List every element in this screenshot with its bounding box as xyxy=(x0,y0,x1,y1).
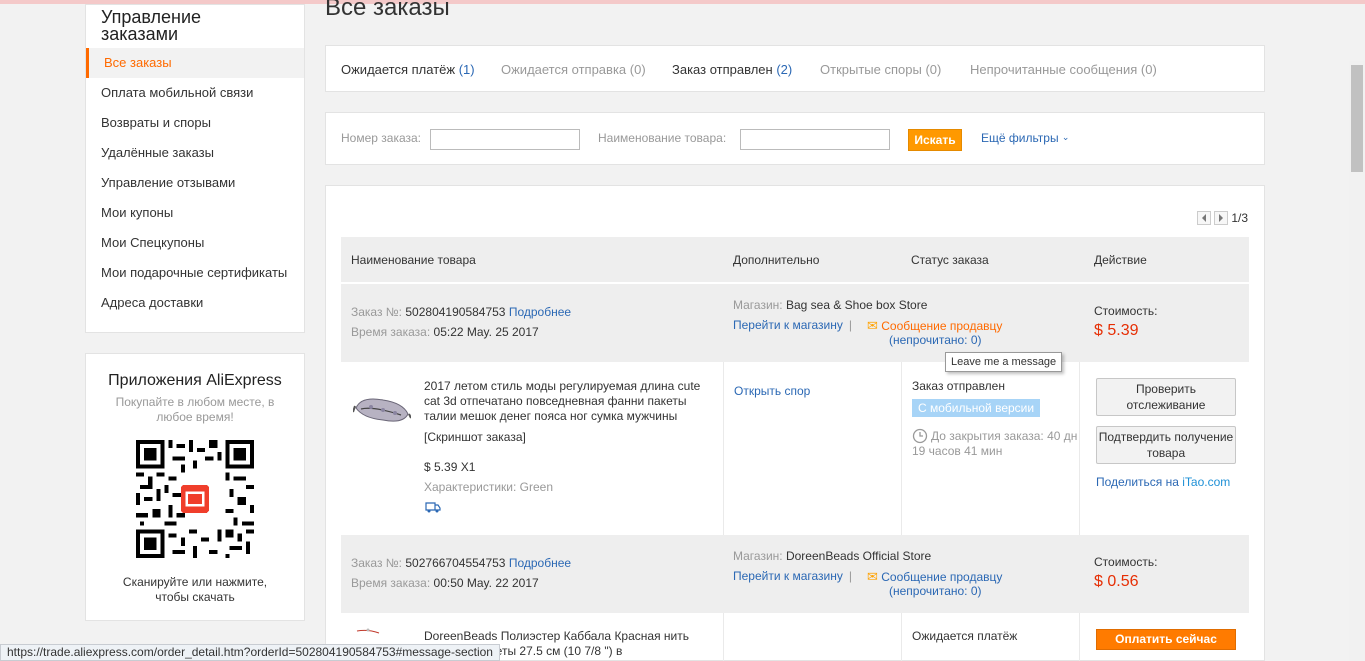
search-button[interactable]: Искать xyxy=(908,129,962,151)
price-quantity: $ 5.39 X1 xyxy=(424,460,476,474)
tab-awaiting-payment[interactable]: Ожидается платёж (1) xyxy=(341,62,475,77)
order-time: Время заказа: 05:22 May. 25 2017 xyxy=(351,325,539,339)
app-promo-title: Приложения AliExpress xyxy=(108,372,282,389)
app-promo-scan-text: Сканируйте или нажмите, чтобы скачать xyxy=(122,575,268,604)
open-dispute-link[interactable]: Открыть спор xyxy=(734,384,810,398)
pay-now-button[interactable]: Оплатить сейчас xyxy=(1096,629,1236,650)
product-thumbnail[interactable] xyxy=(353,388,411,430)
prev-page-icon[interactable] xyxy=(1197,211,1212,225)
confirm-receipt-button[interactable]: Подтвердить получение товара xyxy=(1096,426,1236,464)
message-tooltip: Leave me a message xyxy=(945,352,1063,372)
order-time: Время заказа: 00:50 May. 22 2017 xyxy=(351,576,539,590)
order-number-label: Номер заказа: xyxy=(341,131,422,145)
go-to-store-link[interactable]: Перейти к магазину xyxy=(733,318,843,332)
product-name-label: Наименование товара: xyxy=(598,131,727,145)
order-number: Заказ №: 502804190584753 Подробнее xyxy=(351,305,572,319)
sidebar-item-deleted-orders[interactable]: Удалённые заказы xyxy=(86,138,304,168)
page-title: Все заказы xyxy=(325,0,450,21)
sidebar-item-coupons[interactable]: Мои купоны xyxy=(86,198,304,228)
order-header: Заказ №: 502766704554753 Подробнее Время… xyxy=(341,535,1249,613)
chevron-down-icon: ⌄ xyxy=(1061,132,1070,142)
col-extra: Дополнительно xyxy=(733,253,820,267)
order-status: Заказ отправлен xyxy=(912,379,1005,393)
message-seller-link[interactable]: ✉ Сообщение продавцу xyxy=(867,569,1002,585)
order-close-timer: До закрытия заказа: 40 дн 19 часов 41 ми… xyxy=(912,429,1078,458)
sidebar-item-all-orders[interactable]: Все заказы xyxy=(86,48,304,78)
column-divider xyxy=(901,613,902,661)
scrollbar-thumb[interactable] xyxy=(1351,65,1363,172)
unread-count[interactable]: (непрочитано: 0) xyxy=(889,333,982,347)
order-details-link[interactable]: Подробнее xyxy=(509,305,571,319)
app-promo: Приложения AliExpress Покупайте в любом … xyxy=(85,353,305,621)
tab-unread-messages[interactable]: Непрочитанные сообщения (0) xyxy=(970,62,1157,77)
cost-label: Стоимость: xyxy=(1094,555,1158,569)
sidebar-item-returns[interactable]: Возвраты и споры xyxy=(86,108,304,138)
page-scrollbar[interactable] xyxy=(1349,61,1365,661)
tab-open-disputes[interactable]: Открытые споры (0) xyxy=(820,62,941,77)
envelope-icon: ✉ xyxy=(867,318,878,333)
table-header: Наименование товара Дополнительно Статус… xyxy=(341,237,1249,282)
orders-list: 1/3 Наименование товара Дополнительно Ст… xyxy=(325,185,1265,661)
sidebar-item-gift-cards[interactable]: Мои подарочные сертификаты xyxy=(86,258,304,288)
order-item-row: 2017 летом стиль моды регулируемая длина… xyxy=(341,362,1249,535)
order-snapshot-link[interactable]: [Скриншот заказа] xyxy=(424,430,526,444)
cost-label: Стоимость: xyxy=(1094,304,1158,318)
store-links: Перейти к магазину | xyxy=(733,318,852,332)
sidebar-item-addresses[interactable]: Адреса доставки xyxy=(86,288,304,318)
store-links: Перейти к магазину | xyxy=(733,569,852,583)
order-cost: $ 5.39 xyxy=(1094,322,1139,339)
more-filters-link[interactable]: Ещё фильтры ⌄ xyxy=(981,131,1069,145)
store-name: Магазин: DoreenBeads Official Store xyxy=(733,549,932,563)
envelope-icon: ✉ xyxy=(867,569,878,584)
pager: 1/3 xyxy=(1197,211,1248,225)
go-to-store-link[interactable]: Перейти к магазину xyxy=(733,569,843,583)
browser-status-url: https://trade.aliexpress.com/order_detai… xyxy=(0,644,500,661)
column-divider xyxy=(1079,613,1080,661)
column-divider xyxy=(723,362,724,535)
mobile-version-badge: С мобильной версии xyxy=(912,399,1041,417)
order-details-link[interactable]: Подробнее xyxy=(509,556,571,570)
track-order-button[interactable]: Проверить отслеживание xyxy=(1096,378,1236,416)
unread-count[interactable]: (непрочитано: 0) xyxy=(889,584,982,598)
filter-bar: Номер заказа: Наименование товара: Искат… xyxy=(325,112,1265,165)
sidebar-item-reviews[interactable]: Управление отзывами xyxy=(86,168,304,198)
order-number: Заказ №: 502766704554753 Подробнее xyxy=(351,556,572,570)
app-promo-subtitle: Покупайте в любом месте, в любое время! xyxy=(115,395,275,424)
order-status: Ожидается платёж xyxy=(912,629,1018,643)
order-header: Заказ №: 502804190584753 Подробнее Время… xyxy=(341,284,1249,362)
message-seller-link[interactable]: ✉ Сообщение продавцу xyxy=(867,318,1002,334)
product-attributes: Характеристики: Green xyxy=(424,480,553,494)
page-indicator: 1/3 xyxy=(1231,211,1248,225)
qr-code-icon[interactable] xyxy=(136,440,254,558)
sidebar-item-special-coupons[interactable]: Мои Спецкупоны xyxy=(86,228,304,258)
sidebar-title: Управление заказами xyxy=(101,7,202,44)
col-status: Статус заказа xyxy=(911,253,989,267)
order-number-input[interactable] xyxy=(430,129,580,150)
column-divider xyxy=(901,362,902,535)
order-cost: $ 0.56 xyxy=(1094,573,1139,590)
sidebar: Управление заказами Все заказы Оплата мо… xyxy=(85,4,305,333)
order-tabs: Ожидается платёж (1) Ожидается отправка … xyxy=(325,45,1265,92)
share-link[interactable]: Поделиться на iTao.com xyxy=(1096,475,1230,489)
product-name-input[interactable] xyxy=(740,129,890,150)
col-action: Действие xyxy=(1094,253,1147,267)
col-product: Наименование товара xyxy=(351,253,476,267)
next-page-icon[interactable] xyxy=(1214,211,1229,225)
product-name-link[interactable]: 2017 летом стиль моды регулируемая длина… xyxy=(424,379,719,424)
shipping-truck-icon xyxy=(425,502,441,513)
sidebar-item-mobile-payment[interactable]: Оплата мобильной связи xyxy=(86,78,304,108)
store-name: Магазин: Bag sea & Shoe box Store xyxy=(733,298,928,312)
tab-awaiting-shipment[interactable]: Ожидается отправка (0) xyxy=(501,62,646,77)
tab-shipped[interactable]: Заказ отправлен (2) xyxy=(672,62,792,77)
column-divider xyxy=(723,613,724,661)
